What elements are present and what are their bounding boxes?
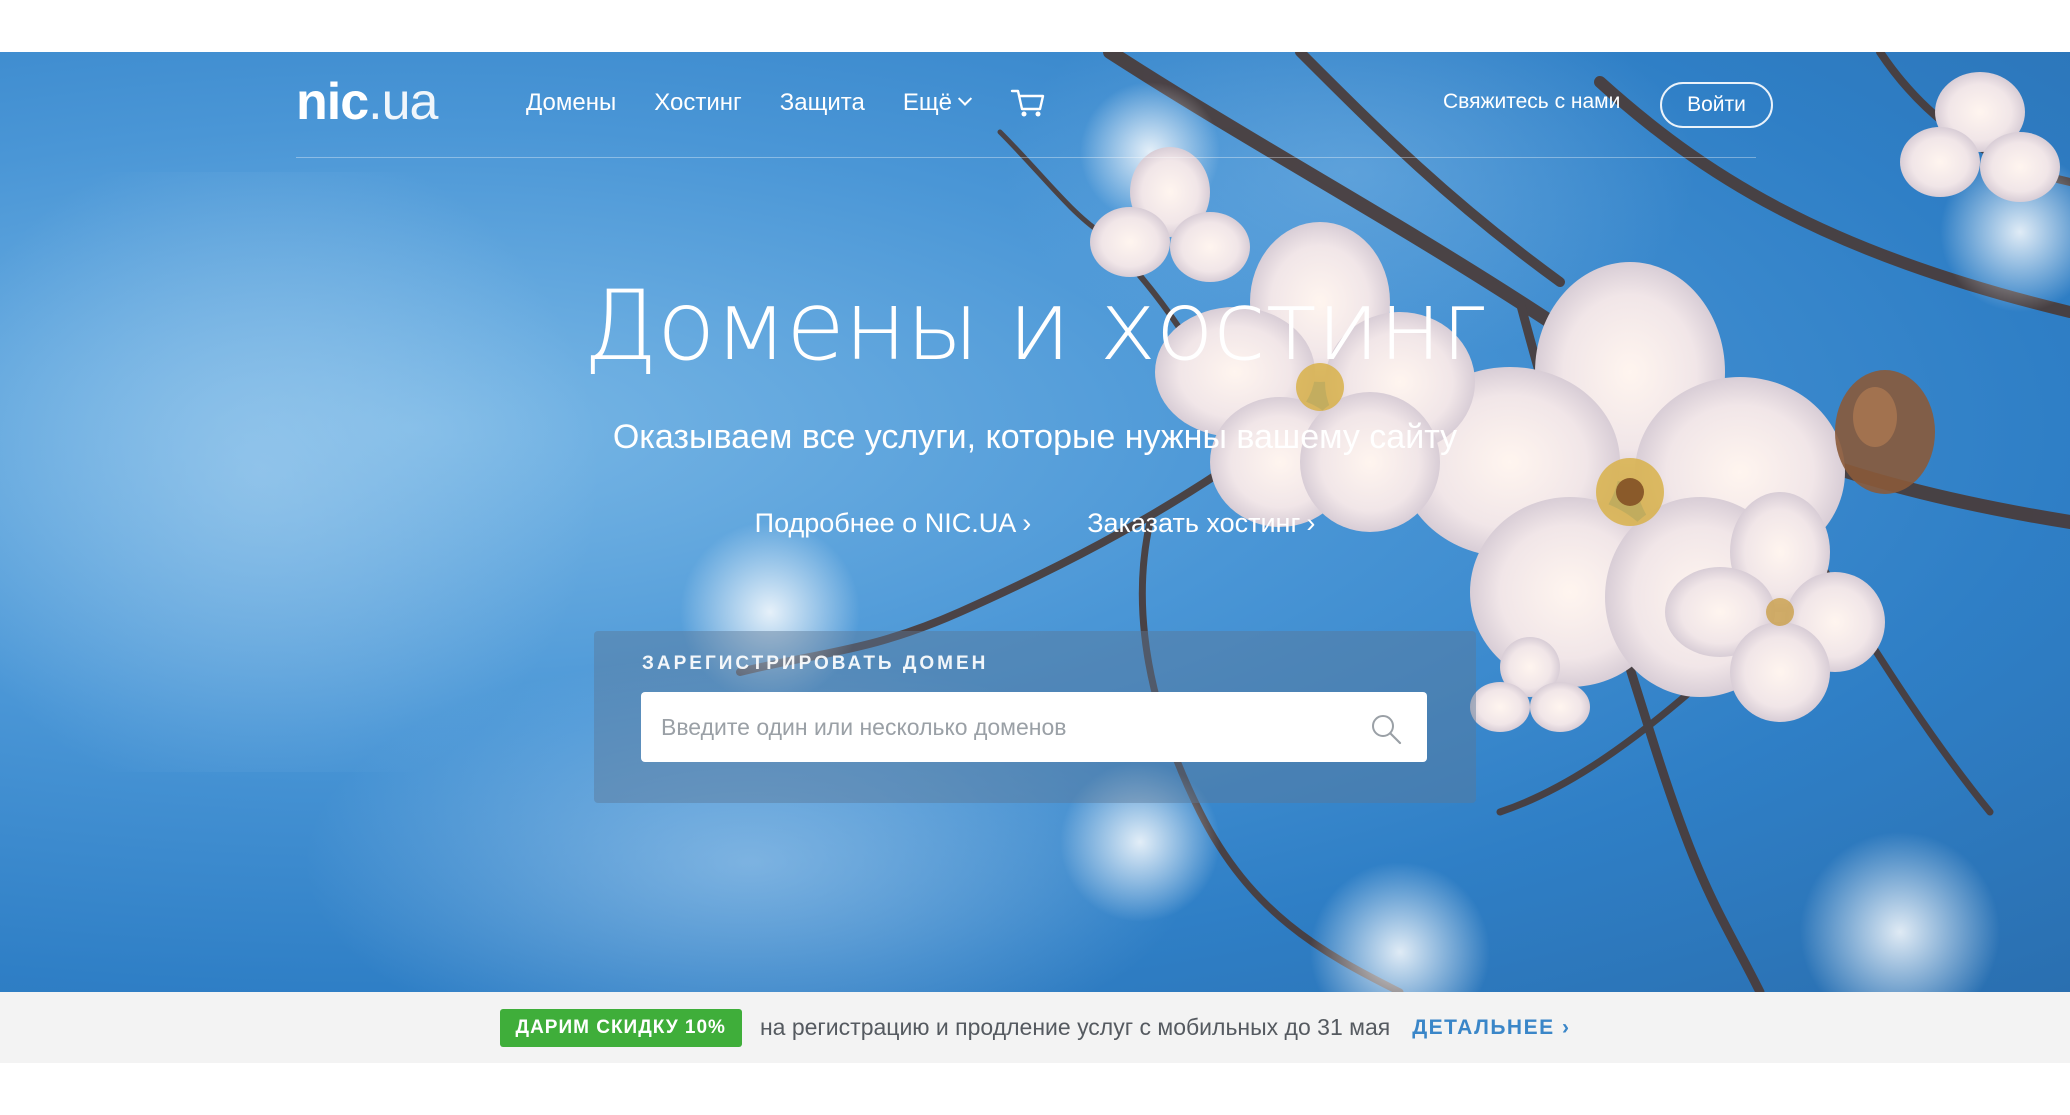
logo-light-text: .ua (368, 73, 438, 131)
about-nic-link[interactable]: Подробнее о NIC.UA › (755, 508, 1032, 539)
chevron-right-icon: › (1022, 508, 1032, 538)
domain-search-panel: ЗАРЕГИСТРИРОВАТЬ ДОМЕН (594, 631, 1476, 803)
hero-subtitle: Оказываем все услуги, которые нужны ваше… (612, 418, 1458, 456)
domain-search-label: ЗАРЕГИСТРИРОВАТЬ ДОМЕН (642, 653, 989, 674)
promo-details-label: ДЕТАЛЬНЕЕ (1412, 1015, 1555, 1039)
chevron-right-icon: › (1561, 1015, 1571, 1039)
login-button[interactable]: Войти (1660, 82, 1773, 128)
order-hosting-label: Заказать хостинг (1087, 508, 1301, 538)
search-icon[interactable] (1370, 713, 1402, 745)
nav-item-more-label: Ещё (902, 89, 952, 116)
nav-divider (296, 157, 1756, 158)
nav-item-domains[interactable]: Домены (526, 89, 616, 117)
cart-icon[interactable] (1010, 87, 1046, 119)
hero-title: Домены и хостинг (583, 270, 1487, 382)
promo-details-link[interactable]: ДЕТАЛЬНЕЕ › (1412, 1016, 1570, 1040)
promo-bar: ДАРИМ СКИДКУ 10% на регистрацию и продле… (0, 992, 2070, 1063)
discount-badge: ДАРИМ СКИДКУ 10% (499, 1008, 742, 1047)
page: nic .ua Домены Хостинг Защита Ещё Свяжите… (0, 0, 2070, 1115)
chevron-right-icon: › (1306, 508, 1316, 538)
nav-item-hosting[interactable]: Хостинг (654, 89, 742, 117)
nav-item-more[interactable]: Ещё (902, 89, 972, 117)
main-menu: Домены Хостинг Защита Ещё (526, 87, 1046, 119)
chevron-down-icon (957, 91, 972, 106)
nic-ua-logo[interactable]: nic .ua (296, 72, 438, 132)
promo-text: на регистрацию и продление услуг с мобил… (759, 1014, 1391, 1040)
top-nav: nic .ua Домены Хостинг Защита Ещё Свяжите… (296, 52, 1773, 158)
hero-links: Подробнее о NIC.UA › Заказать хостинг › (0, 508, 2070, 539)
about-nic-label: Подробнее о NIC.UA (754, 508, 1017, 538)
order-hosting-link[interactable]: Заказать хостинг › (1087, 508, 1315, 539)
nav-item-security[interactable]: Защита (780, 89, 865, 117)
logo-bold-text: nic (296, 73, 369, 131)
contact-us-link[interactable]: Свяжитесь с нами (1443, 90, 1620, 114)
domain-search-input[interactable] (641, 692, 1427, 762)
